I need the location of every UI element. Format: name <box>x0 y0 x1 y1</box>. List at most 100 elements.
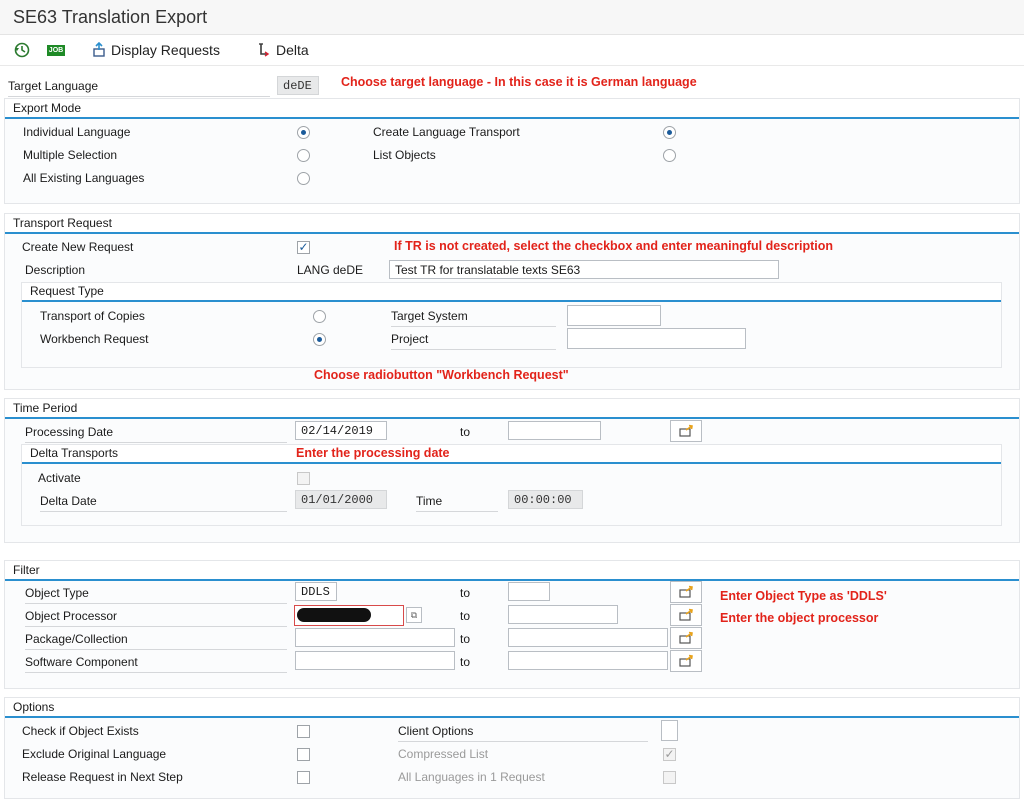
list-objects-radio[interactable] <box>663 149 676 162</box>
object-type-to-input[interactable] <box>508 582 550 601</box>
delta-icon <box>256 42 272 58</box>
multiple-selection-icon <box>679 424 693 437</box>
filter-header: Filter <box>5 561 1019 581</box>
title-bar: SE63 Translation Export <box>0 0 1024 35</box>
options-header: Options <box>5 698 1019 718</box>
processing-date-input[interactable]: 02/14/2019 <box>295 421 387 440</box>
annotation-create-request: If TR is not created, select the checkbo… <box>394 239 833 253</box>
job-icon: JOB <box>47 44 65 56</box>
exclude-original-language-label: Exclude Original Language <box>22 747 167 761</box>
description-prefix: LANG deDE <box>297 263 364 277</box>
transport-request-header: Transport Request <box>5 214 1019 234</box>
delta-button[interactable]: Delta <box>256 41 309 59</box>
delta-label: Delta <box>276 42 309 58</box>
object-processor-to-label: to <box>460 609 471 623</box>
value-help-icon[interactable]: ⧉ <box>406 607 422 623</box>
annotation-object-type: Enter Object Type as 'DDLS' <box>720 589 887 603</box>
exclude-original-language-checkbox[interactable] <box>297 748 310 761</box>
all-languages-checkbox[interactable] <box>663 771 676 784</box>
compressed-list-label: Compressed List <box>398 747 489 761</box>
multiple-selection-icon <box>679 608 693 621</box>
target-language-label: Target Language <box>8 79 270 97</box>
activate-label: Activate <box>38 471 81 485</box>
processing-date-multiple-selection-button[interactable] <box>670 420 702 442</box>
target-system-input[interactable] <box>567 305 661 326</box>
request-type-title: Request Type <box>30 284 104 298</box>
release-request-label: Release Request in Next Step <box>22 770 183 784</box>
export-mode-title: Export Mode <box>13 101 82 115</box>
software-component-multiple-selection-button[interactable] <box>670 650 702 672</box>
delta-transports-title: Delta Transports <box>30 446 119 460</box>
object-type-multiple-selection-button[interactable] <box>670 581 702 603</box>
multiple-selection-radio[interactable] <box>297 149 310 162</box>
package-collection-label: Package/Collection <box>25 632 287 650</box>
software-component-input[interactable] <box>295 651 455 670</box>
package-multiple-selection-button[interactable] <box>670 627 702 649</box>
delta-transports-header: Delta Transports <box>22 445 1001 464</box>
object-processor-multiple-selection-button[interactable] <box>670 604 702 626</box>
package-collection-input[interactable] <box>295 628 455 647</box>
workbench-request-radio[interactable] <box>313 333 326 346</box>
annotation-workbench-request: Choose radiobutton "Workbench Request" <box>314 368 569 382</box>
target-system-label: Target System <box>391 309 556 327</box>
package-collection-to-label: to <box>460 632 471 646</box>
software-component-to-input[interactable] <box>508 651 668 670</box>
description-label: Description <box>25 263 86 277</box>
transport-request-icon <box>91 42 107 58</box>
transport-of-copies-radio[interactable] <box>313 310 326 323</box>
object-type-to-label: to <box>460 586 471 600</box>
multiple-selection-label: Multiple Selection <box>23 148 118 162</box>
page-title: SE63 Translation Export <box>13 7 208 27</box>
display-requests-button[interactable]: Display Requests <box>91 41 220 59</box>
filter-title: Filter <box>13 563 40 577</box>
object-processor-input[interactable] <box>294 605 404 626</box>
annotation-target-language: Choose target language - In this case it… <box>341 75 697 89</box>
individual-language-radio[interactable] <box>297 126 310 139</box>
request-type-header: Request Type <box>22 283 1001 302</box>
object-processor-label: Object Processor <box>25 609 287 627</box>
delta-date-field[interactable]: 01/01/2000 <box>295 490 387 509</box>
display-requests-label: Display Requests <box>111 42 220 58</box>
processing-date-label: Processing Date <box>25 425 287 443</box>
all-existing-languages-radio[interactable] <box>297 172 310 185</box>
create-language-transport-label: Create Language Transport <box>373 125 520 139</box>
time-period-title: Time Period <box>13 401 78 415</box>
all-existing-languages-label: All Existing Languages <box>23 171 145 185</box>
execute-button[interactable] <box>14 41 30 59</box>
toolbar: JOB Display Requests Delta <box>0 35 1024 66</box>
check-object-exists-checkbox[interactable] <box>297 725 310 738</box>
check-object-exists-label: Check if Object Exists <box>22 724 139 738</box>
target-language-field[interactable]: deDE <box>277 76 319 95</box>
create-new-request-checkbox[interactable]: ✓ <box>297 241 310 254</box>
release-request-checkbox[interactable] <box>297 771 310 784</box>
time-field[interactable]: 00:00:00 <box>508 490 583 509</box>
time-period-header: Time Period <box>5 399 1019 419</box>
object-type-input[interactable]: DDLS <box>295 582 337 601</box>
processing-date-to-input[interactable] <box>508 421 601 440</box>
multiple-selection-icon <box>679 585 693 598</box>
description-input[interactable]: Test TR for translatable texts SE63 <box>389 260 779 279</box>
list-objects-label: List Objects <box>373 148 436 162</box>
project-input[interactable] <box>567 328 746 349</box>
options-title: Options <box>13 700 55 714</box>
project-label: Project <box>391 332 556 350</box>
package-collection-to-input[interactable] <box>508 628 668 647</box>
background-job-button[interactable]: JOB <box>47 41 65 59</box>
compressed-list-checkbox[interactable]: ✓ <box>663 748 676 761</box>
delta-date-label: Delta Date <box>40 494 287 512</box>
annotation-processing-date: Enter the processing date <box>296 446 450 460</box>
transport-request-title: Transport Request <box>13 216 112 230</box>
workbench-request-label: Workbench Request <box>40 332 149 346</box>
execute-clock-icon <box>14 42 30 58</box>
client-options-input[interactable] <box>661 720 678 741</box>
create-language-transport-radio[interactable] <box>663 126 676 139</box>
software-component-to-label: to <box>460 655 471 669</box>
activate-checkbox[interactable] <box>297 472 310 485</box>
client-options-label: Client Options <box>398 724 648 742</box>
multiple-selection-icon <box>679 631 693 644</box>
software-component-label: Software Component <box>25 655 287 673</box>
time-label: Time <box>416 494 498 512</box>
transport-of-copies-label: Transport of Copies <box>40 309 145 323</box>
object-processor-to-input[interactable] <box>508 605 618 624</box>
redaction-bar <box>297 608 371 622</box>
